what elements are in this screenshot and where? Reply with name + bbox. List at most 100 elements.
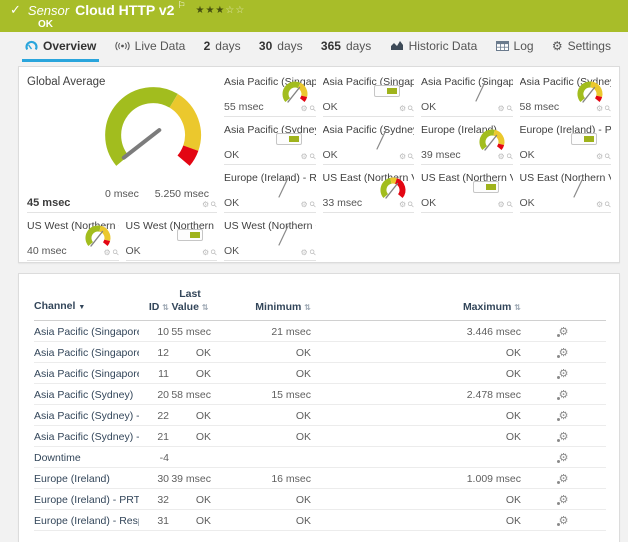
gauge-tile: US East (Northern Virginia) 33 msec ⚙⚲ (323, 165, 415, 213)
sort-icon: ⇅ (202, 303, 209, 312)
cell-id: 20 (139, 384, 169, 405)
gear-icon[interactable]: ⚙ (399, 200, 406, 209)
cell-channel: Asia Pacific (Sydney) - PR... (34, 405, 139, 426)
gear-icon[interactable]: ⚙ (497, 104, 504, 113)
sort-icon: ⇅ (514, 303, 521, 312)
pin-icon[interactable]: ⚲ (406, 103, 414, 114)
table-row[interactable]: Europe (Ireland) - Respon... 31 OK OK OK… (34, 510, 606, 531)
pin-icon[interactable]: ⚲ (504, 151, 512, 162)
channel-settings-icon[interactable]: ⚙ (559, 409, 569, 422)
channel-settings-icon[interactable]: ⚙ (559, 388, 569, 401)
gear-icon[interactable]: ⚙ (596, 104, 603, 113)
channel-settings-icon[interactable]: ⚙ (559, 472, 569, 485)
tile-value: 33 msec (323, 197, 363, 209)
column-header-id[interactable]: ID ⇅ (139, 274, 169, 321)
pin-icon[interactable]: ⚲ (603, 151, 611, 162)
log-table-icon (496, 41, 509, 51)
tile-value: OK (126, 245, 141, 257)
tile-value: OK (323, 149, 338, 161)
channel-settings-icon[interactable]: ⚙ (559, 451, 569, 464)
gear-icon[interactable]: ⚙ (399, 152, 406, 161)
pin-icon[interactable]: ⚲ (307, 247, 315, 258)
cell-channel: Asia Pacific (Singapore) - ... (34, 342, 139, 363)
pin-icon[interactable]: ⚲ (307, 199, 315, 210)
channel-settings-icon[interactable]: ⚙ (559, 325, 569, 338)
gear-icon[interactable]: ⚙ (497, 152, 504, 161)
priority-stars[interactable]: ★★★☆☆ (196, 3, 246, 18)
pin-icon[interactable]: ⚲ (406, 199, 414, 210)
gear-icon[interactable]: ⚙ (300, 104, 307, 113)
pin-icon[interactable]: ⚲ (209, 199, 217, 210)
channel-settings-icon[interactable]: ⚙ (559, 514, 569, 527)
pin-icon[interactable]: ⚲ (110, 247, 118, 258)
channel-table-body: Asia Pacific (Singapore) 10 55 msec 21 m… (34, 321, 606, 531)
channel-settings-icon[interactable]: ⚙ (559, 430, 569, 443)
tile-value: OK (520, 197, 535, 209)
tab-365-days[interactable]: 365days (318, 32, 374, 62)
tab-label: Log (514, 39, 534, 53)
tab-log[interactable]: Log (493, 32, 537, 62)
sort-icon: ⇅ (162, 303, 169, 312)
table-row[interactable]: Asia Pacific (Sydney) - PR... 22 OK OK O… (34, 405, 606, 426)
prtg-sensor-page: ✓ Sensor Cloud HTTP v2 ⚐ ★★★☆☆ OK Overvi… (0, 0, 628, 542)
gear-icon[interactable]: ⚙ (300, 152, 307, 161)
table-row[interactable]: Asia Pacific (Singapore) 10 55 msec 21 m… (34, 321, 606, 342)
gauge-tile: US East (Northern Virginia) - ... OK ⚙⚲ (520, 165, 612, 213)
table-row[interactable]: Asia Pacific (Sydney) - Re... 21 OK OK O… (34, 426, 606, 447)
column-header-minimum[interactable]: Minimum ⇅ (211, 274, 311, 321)
tab-label: Live Data (135, 39, 186, 53)
tab-label: days (215, 39, 240, 53)
pin-icon[interactable]: ⚲ (307, 103, 315, 114)
tab-historic-data[interactable]: Historic Data (387, 32, 481, 62)
cell-id: 10 (139, 321, 169, 342)
column-header-maximum[interactable]: Maximum ⇅ (311, 274, 521, 321)
gear-icon[interactable]: ⚙ (399, 104, 406, 113)
pin-icon[interactable]: ⚲ (504, 103, 512, 114)
cell-last-value (169, 447, 211, 468)
cell-minimum: OK (211, 405, 311, 426)
pin-icon[interactable]: ⚲ (209, 247, 217, 258)
tab-label: days (346, 39, 371, 53)
cell-id: 30 (139, 468, 169, 489)
tab-2-days[interactable]: 2days (201, 32, 244, 62)
table-row[interactable]: Europe (Ireland) - PRTG Cl... 32 OK OK O… (34, 489, 606, 510)
cell-last-value: OK (169, 426, 211, 447)
gear-icon[interactable]: ⚙ (103, 248, 110, 257)
pin-icon[interactable]: ⚲ (406, 151, 414, 162)
gear-icon[interactable]: ⚙ (202, 200, 209, 209)
tile-value: 55 msec (224, 101, 264, 113)
pin-icon[interactable]: ⚲ (603, 103, 611, 114)
cell-last-value: 39 msec (169, 468, 211, 489)
tab-live-data[interactable]: Live Data (112, 32, 189, 62)
gear-icon[interactable]: ⚙ (596, 200, 603, 209)
tab-overview[interactable]: Overview (22, 32, 99, 62)
gauge-tile: Asia Pacific (Sydney) 58 msec ⚙⚲ (520, 69, 612, 117)
table-row[interactable]: Asia Pacific (Singapore) - ... 12 OK OK … (34, 342, 606, 363)
pin-icon[interactable]: ⚲ (504, 199, 512, 210)
pin-icon[interactable]: ⚲ (307, 151, 315, 162)
channel-settings-icon[interactable]: ⚙ (559, 493, 569, 506)
gauge-tile: Asia Pacific (Singapore) - Res... OK ⚙⚲ (421, 69, 513, 117)
table-row[interactable]: Asia Pacific (Sydney) 20 58 msec 15 msec… (34, 384, 606, 405)
priority-flag-icon[interactable]: ⚐ (177, 0, 185, 14)
table-row[interactable]: Asia Pacific (Singapore) - ... 11 OK OK … (34, 363, 606, 384)
tile-title: US East (Northern Virginia) - ... (421, 165, 513, 184)
tab-settings[interactable]: ⚙ Settings (549, 32, 614, 62)
gear-icon[interactable]: ⚙ (300, 248, 307, 257)
cell-maximum: OK (311, 426, 521, 447)
channel-settings-icon[interactable]: ⚙ (559, 346, 569, 359)
column-header-channel[interactable]: Channel ▼ (34, 274, 139, 321)
gear-icon[interactable]: ⚙ (202, 248, 209, 257)
column-header-last-value[interactable]: Last Value ⇅ (169, 274, 211, 321)
table-row[interactable]: Downtime -4 ⚙ (34, 447, 606, 468)
pin-icon[interactable]: ⚲ (603, 199, 611, 210)
tile-value: OK (224, 197, 239, 209)
channel-settings-icon[interactable]: ⚙ (559, 367, 569, 380)
gear-icon[interactable]: ⚙ (300, 200, 307, 209)
tile-title: US West (Northern California)... (126, 213, 218, 232)
table-row[interactable]: Europe (Ireland) 30 39 msec 16 msec 1.00… (34, 468, 606, 489)
gear-icon[interactable]: ⚙ (497, 200, 504, 209)
tab-label: Overview (43, 39, 96, 53)
tab-30-days[interactable]: 30days (256, 32, 306, 62)
gear-icon[interactable]: ⚙ (596, 152, 603, 161)
